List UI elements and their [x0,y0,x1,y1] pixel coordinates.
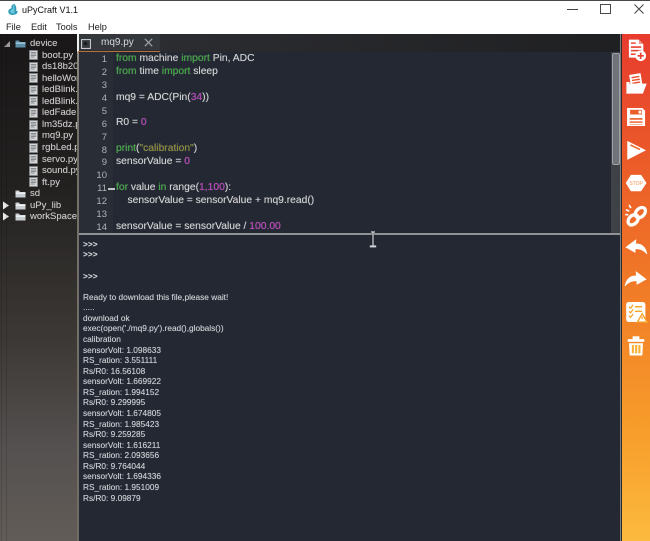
svg-text:STOP: STOP [629,181,643,187]
